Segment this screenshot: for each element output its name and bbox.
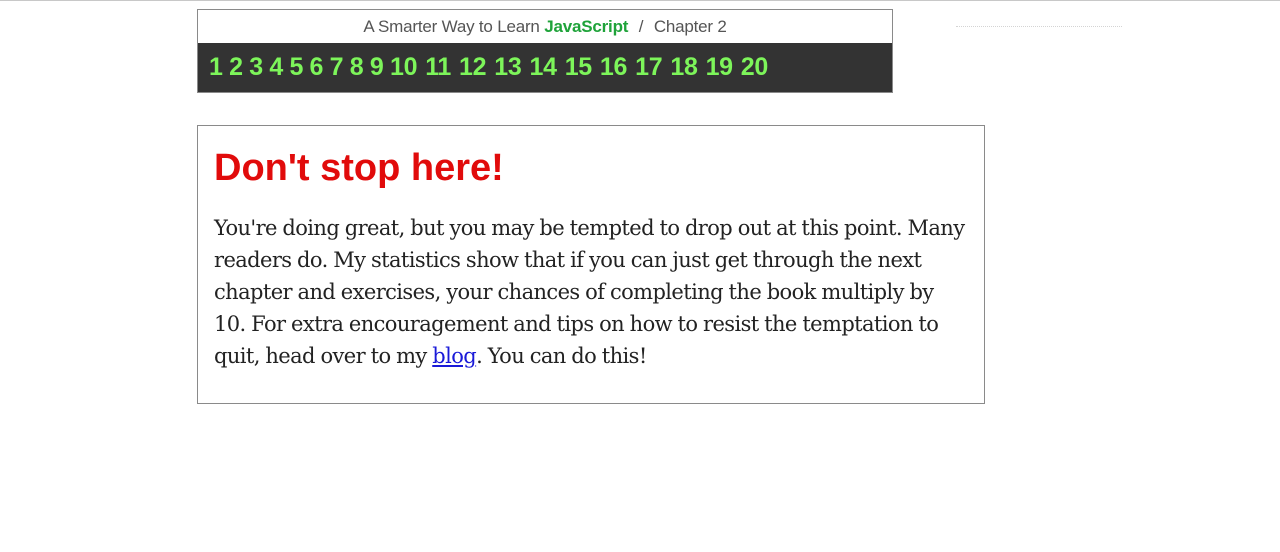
breadcrumb: A Smarter Way to Learn JavaScript / Chap… (198, 10, 892, 43)
exercise-link-10[interactable]: 10 (390, 53, 418, 82)
exercise-link-6[interactable]: 6 (310, 53, 324, 82)
encouragement-text: You're doing great, but you may be tempt… (214, 212, 968, 372)
exercise-nav-bar: 1 2 3 4 5 6 7 8 9 10 11 12 13 14 15 16 1… (198, 43, 892, 92)
exercise-link-3[interactable]: 3 (249, 53, 263, 82)
encouragement-panel: Don't stop here! You're doing great, but… (197, 125, 985, 404)
exercise-link-5[interactable]: 5 (289, 53, 303, 82)
chapter-header: A Smarter Way to Learn JavaScript / Chap… (197, 9, 893, 93)
breadcrumb-separator: / (638, 17, 644, 36)
book-title-prefix: A Smarter Way to Learn (363, 17, 540, 36)
exercise-link-16[interactable]: 16 (600, 53, 628, 82)
encouragement-title: Don't stop here! (214, 147, 504, 189)
exercise-link-20[interactable]: 20 (741, 53, 769, 82)
exercise-link-9[interactable]: 9 (370, 53, 384, 82)
exercise-link-7[interactable]: 7 (330, 53, 344, 82)
encouragement-text-after-link: . You can do this! (476, 344, 647, 368)
exercise-link-1[interactable]: 1 (209, 53, 223, 82)
exercise-link-2[interactable]: 2 (229, 53, 243, 82)
exercise-link-18[interactable]: 18 (670, 53, 698, 82)
exercise-link-8[interactable]: 8 (350, 53, 364, 82)
faint-divider-mark (956, 26, 1122, 28)
blog-link[interactable]: blog (432, 344, 476, 368)
chapter-label: Chapter 2 (653, 17, 727, 36)
exercise-link-19[interactable]: 19 (706, 53, 734, 82)
exercise-link-4[interactable]: 4 (269, 53, 283, 82)
exercise-link-17[interactable]: 17 (635, 53, 663, 82)
exercise-link-13[interactable]: 13 (494, 53, 522, 82)
exercise-link-15[interactable]: 15 (565, 53, 593, 82)
top-divider (0, 0, 1280, 1)
exercise-link-14[interactable]: 14 (529, 53, 557, 82)
book-title-brand: JavaScript (544, 17, 629, 36)
exercise-link-11[interactable]: 11 (425, 53, 451, 82)
exercise-link-12[interactable]: 12 (459, 53, 487, 82)
